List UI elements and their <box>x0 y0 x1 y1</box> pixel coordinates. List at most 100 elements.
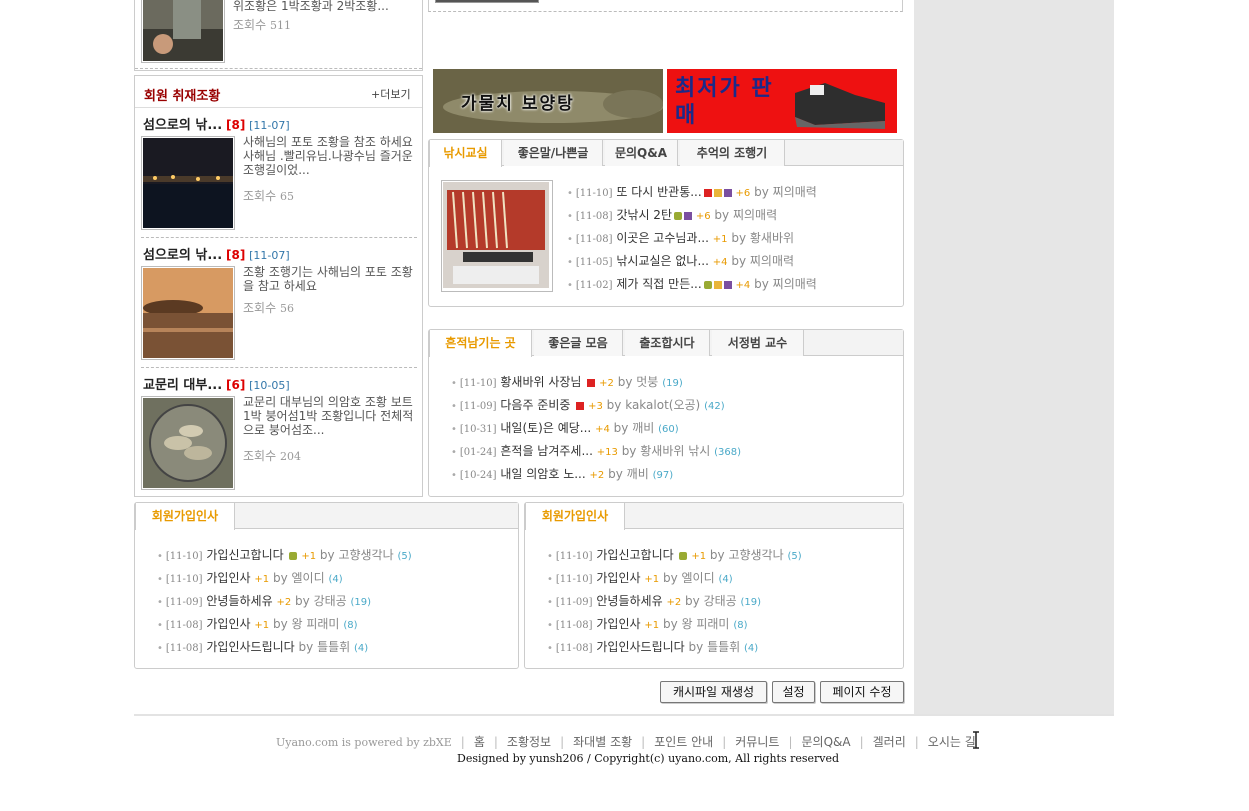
tab-member-greeting[interactable]: 회원가입인사 <box>135 503 235 530</box>
list-item[interactable]: • [11-02] 제가 직접 만든... +4 by 찌의매력 <box>567 275 817 292</box>
update-icon <box>289 551 298 560</box>
trace-tab-box: 흔적남기는 곳 좋은글 모음 출조합시다 서정범 교수 • [11-10] 황새바… <box>428 329 904 497</box>
regenerate-cache-button[interactable]: 캐시파일 재생성 <box>660 681 767 703</box>
report-item-desc: 조황 조행기는 사해님의 포토 조황을 참고 하세요 <box>243 265 413 293</box>
report-item-desc: 사해님의 포토 조황을 참조 하세요사해님 .빨리유님.나광수님 즐거운 조행길… <box>243 135 413 177</box>
top-item-views: 조회수 511 <box>233 18 291 32</box>
list-item[interactable]: • [01-24] 흔적을 남겨주세... +13 by 황새바위 낚시 (368… <box>451 442 741 459</box>
footer-link-home[interactable]: 홈 <box>474 735 485 749</box>
sunset-island-photo <box>143 268 233 358</box>
image-icon <box>713 188 722 197</box>
footer-nav: Uyano.com is powered by zbXE | 홈 | 조황정보 | 좌대별 … <box>276 735 976 749</box>
more-link[interactable]: +더보기 <box>371 86 411 102</box>
report-item-thumbnail[interactable] <box>141 136 235 230</box>
settings-button[interactable]: 설정 <box>772 681 815 703</box>
list-item[interactable]: • [11-08] 갓낚시 2탄 +6 by 찌의매력 <box>567 206 777 223</box>
lesson-thumbnail[interactable] <box>441 180 553 292</box>
new-icon <box>587 378 596 387</box>
member-report-title[interactable]: 회원 취재조황 <box>144 85 220 104</box>
greeting-box-right: 회원가입인사 • [11-10] 가입신고합니다 +1 by 고향생각나 (5) … <box>524 502 904 669</box>
greeting-tabbar: 회원가입인사 <box>135 503 518 530</box>
tab-qna[interactable]: 문의Q&A <box>605 140 678 166</box>
member-report-box: 회원 취재조황 +더보기 섬으로의 낚... [8] [11-07] 사해님의 … <box>134 75 423 497</box>
footer-link-qna[interactable]: 문의Q&A <box>801 735 850 749</box>
file-icon <box>684 211 692 220</box>
list-item[interactable]: • [11-10] 가입신고합니다 +1 by 고향생각나 (5) <box>547 546 802 563</box>
edit-page-button[interactable]: 페이지 수정 <box>820 681 904 703</box>
divider <box>135 68 422 69</box>
banner-left-text: 가물치 보양탕 <box>461 94 575 114</box>
report-item-heading[interactable]: 섬으로의 낚... [8] [11-07] <box>143 114 290 133</box>
list-item[interactable]: • [11-10] 또 다시 반관통... +6 by 찌의매력 <box>567 183 817 200</box>
report-item-heading[interactable]: 섬으로의 낚... [8] [11-07] <box>143 244 290 263</box>
top-partial-box: 위조황은 1박조황과 2박조황... 조회수 511 <box>134 0 423 71</box>
lesson-tab-box: 낚시교실 좋은말/나쁜글 문의Q&A 추억의 조행기 • [11-10] 또 다시… <box>428 139 904 307</box>
floats-photo <box>443 182 549 288</box>
footer-divider <box>134 714 1114 716</box>
partial-thumbnail[interactable] <box>435 0 539 3</box>
list-item[interactable]: • [11-09] 안녕들하세유 +2 by 강태공 (19) <box>547 592 761 609</box>
footer-link-reports[interactable]: 조황정보 <box>507 735 551 749</box>
file-icon <box>723 188 732 197</box>
copyright: Designed by yunsh206 / Copyright(c) uyan… <box>457 752 840 765</box>
tab-good-bad-words[interactable]: 좋은말/나쁜글 <box>504 140 603 166</box>
greeting-box-left: 회원가입인사 • [11-10] 가입신고합니다 +1 by 고향생각나 (5) … <box>134 502 519 669</box>
tab-lets-go-fishing[interactable]: 출조합시다 <box>625 330 710 356</box>
list-item[interactable]: • [11-08] 가입인사 +1 by 왕 피래미 (8) <box>547 615 747 632</box>
report-item-views: 조회수 56 <box>243 301 294 315</box>
list-item[interactable]: • [10-31] 내일(토)은 예당... +4 by 깨비 (60) <box>451 419 679 436</box>
list-item[interactable]: • [11-08] 가입인사 +1 by 왕 피래미 (8) <box>157 615 357 632</box>
banner-snakehead[interactable]: 가물치 보양탕 <box>433 69 663 133</box>
new-icon <box>576 401 585 410</box>
greeting-tabbar: 회원가입인사 <box>525 503 903 530</box>
list-item[interactable]: • [11-05] 낚시교실은 없나... +4 by 찌의매력 <box>567 252 794 269</box>
tab-good-posts[interactable]: 좋은글 모음 <box>534 330 623 356</box>
top-item-desc: 위조황은 1박조황과 2박조황... <box>233 0 389 13</box>
divider <box>141 237 417 238</box>
list-item[interactable]: • [11-08] 이곳은 고수님과... +1 by 황새바위 <box>567 229 794 246</box>
footer-link-directions[interactable]: 오시는 길 <box>928 735 976 749</box>
list-item[interactable]: • [11-10] 가입인사 +1 by 엘이디 (4) <box>157 569 343 586</box>
fish-net-photo <box>143 398 233 488</box>
footer-link-platform-reports[interactable]: 좌대별 조황 <box>573 735 632 749</box>
update-icon <box>674 211 682 220</box>
footer-link-community[interactable]: 커뮤니트 <box>735 735 779 749</box>
report-item-views: 조회수 204 <box>243 449 301 463</box>
file-icon <box>723 280 732 289</box>
banner-right-text: 최저가 판매 <box>675 76 774 128</box>
powered-by[interactable]: Uyano.com is powered by zbXE <box>276 736 452 749</box>
new-icon <box>703 188 712 197</box>
list-item[interactable]: • [11-09] 안녕들하세유 +2 by 강태공 (19) <box>157 592 371 609</box>
list-item[interactable]: • [11-10] 가입인사 +1 by 엘이디 (4) <box>547 569 733 586</box>
top-item-thumbnail[interactable] <box>141 0 225 63</box>
boot-image <box>795 83 885 129</box>
trace-tabbar: 흔적남기는 곳 좋은글 모음 출조합시다 서정범 교수 <box>429 330 903 357</box>
tab-memory-trip[interactable]: 추억의 조행기 <box>680 140 785 166</box>
image-icon <box>713 280 722 289</box>
footer-link-points[interactable]: 포인트 안내 <box>654 735 713 749</box>
center-top-partial-box <box>428 0 903 12</box>
lesson-tabbar: 낚시교실 좋은말/나쁜글 문의Q&A 추억의 조행기 <box>429 140 903 167</box>
tab-member-greeting[interactable]: 회원가입인사 <box>525 503 625 530</box>
update-icon <box>679 551 688 560</box>
list-item[interactable]: • [10-24] 내일 의암호 노... +2 by 깨비 (97) <box>451 465 673 482</box>
divider <box>141 367 417 368</box>
fisherman-photo <box>143 0 223 61</box>
list-item[interactable]: • [11-10] 황새바위 사장님 +2 by 멋붕 (19) <box>451 373 683 390</box>
report-item-thumbnail[interactable] <box>141 266 235 360</box>
list-item[interactable]: • [11-08] 가입인사드립니다 by 틀틀휘 (4) <box>157 638 368 655</box>
tab-fishing-class[interactable]: 낚시교실 <box>429 140 502 167</box>
report-item-thumbnail[interactable] <box>141 396 235 490</box>
footer-link-gallery[interactable]: 겔러리 <box>873 735 906 749</box>
update-icon <box>703 280 712 289</box>
banner-lowest-price[interactable]: 최저가 판매 <box>667 69 897 133</box>
list-item[interactable]: • [11-10] 가입신고합니다 +1 by 고향생각나 (5) <box>157 546 412 563</box>
title-divider <box>135 107 422 108</box>
tab-professor[interactable]: 서정범 교수 <box>712 330 804 356</box>
tab-leave-trace[interactable]: 흔적남기는 곳 <box>429 330 532 357</box>
report-item-views: 조회수 65 <box>243 189 294 203</box>
list-item[interactable]: • [11-08] 가입인사드립니다 by 틀틀휘 (4) <box>547 638 758 655</box>
report-item-heading[interactable]: 교문리 대부... [6] [10-05] <box>143 374 290 393</box>
text-cursor-icon <box>973 731 979 749</box>
list-item[interactable]: • [11-09] 다음주 준비중 +3 by kakalot(오공) (42) <box>451 396 725 413</box>
